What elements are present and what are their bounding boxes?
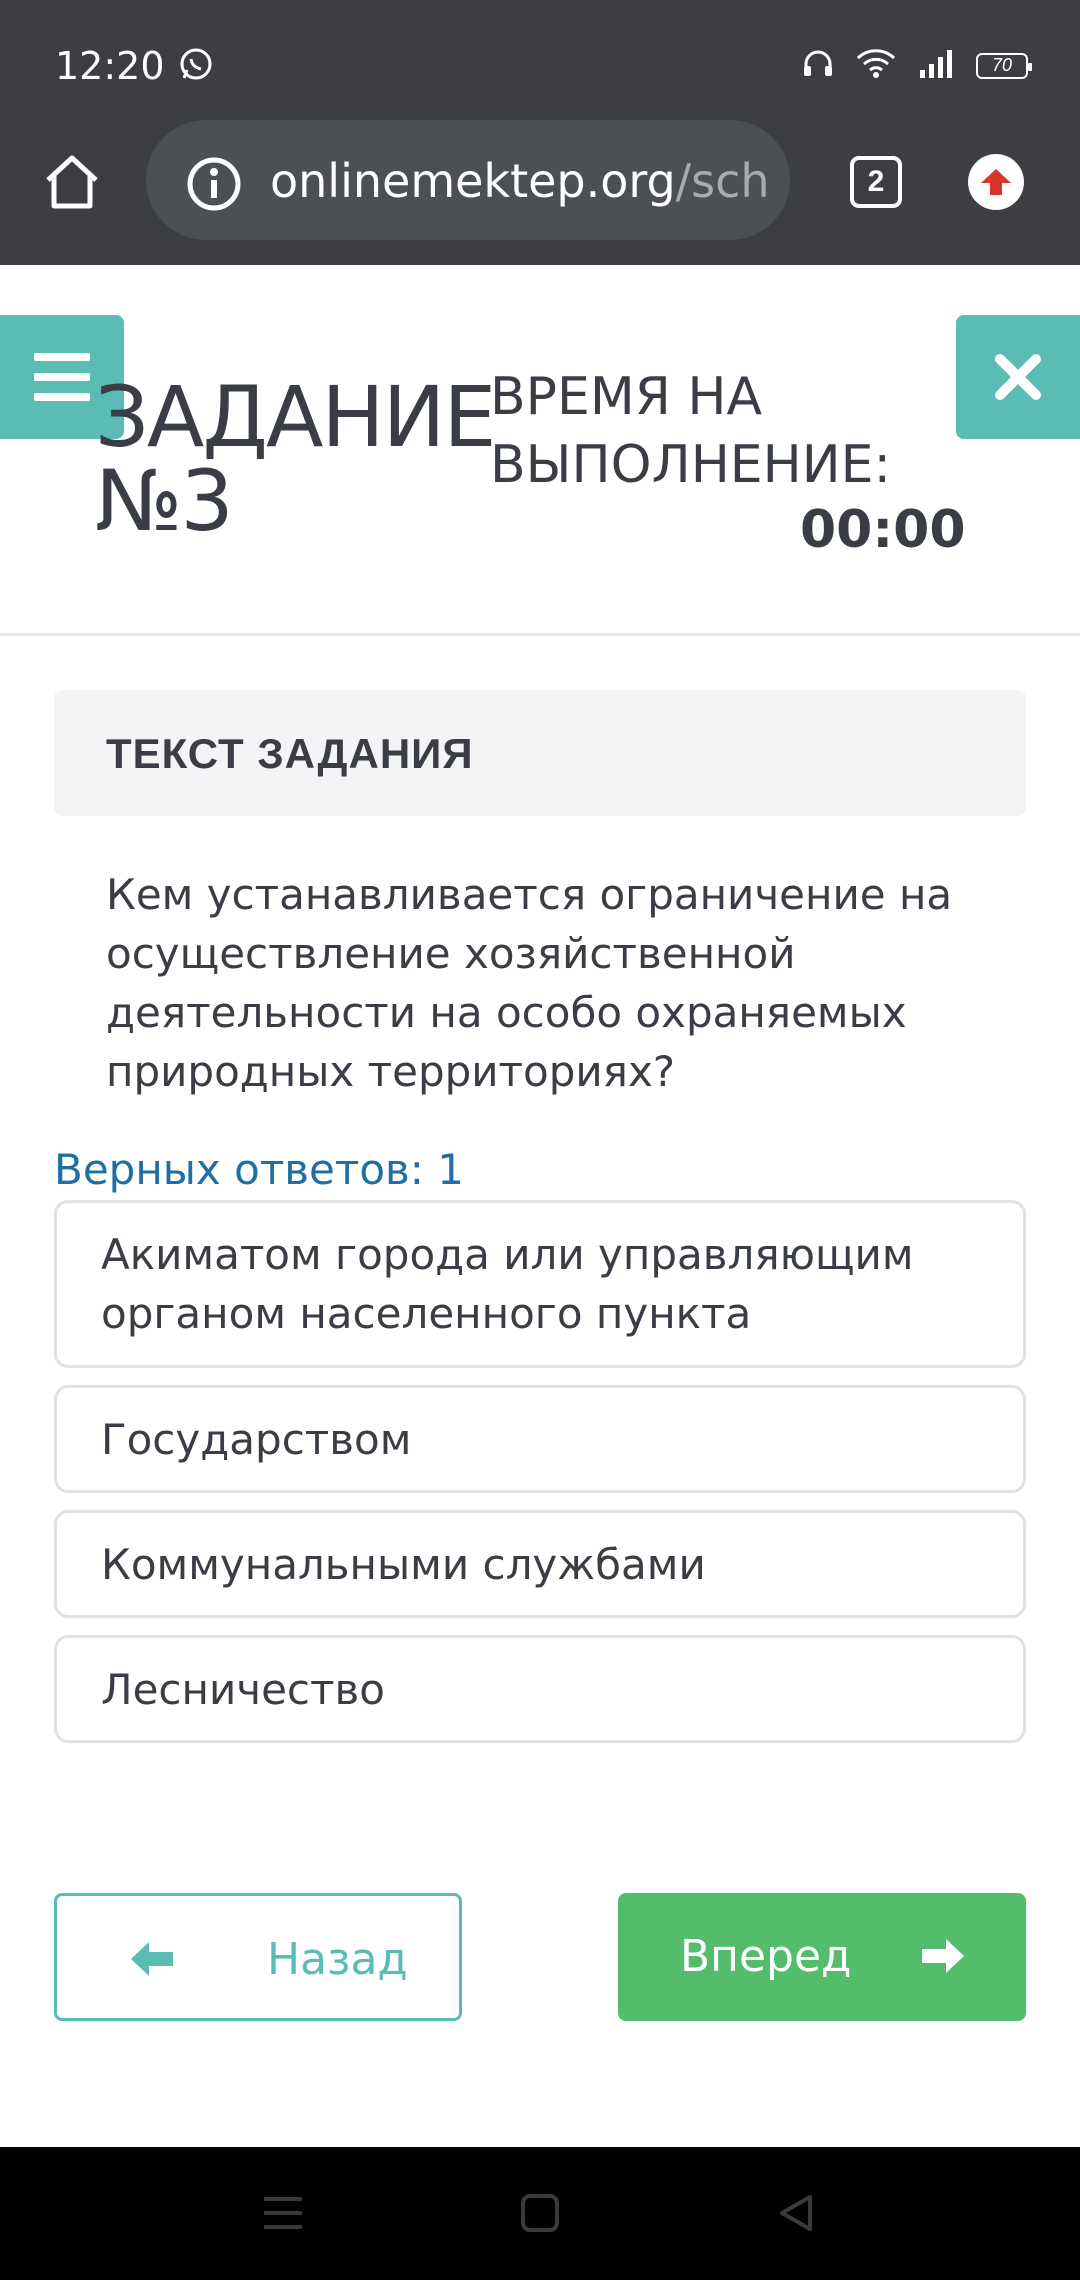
arrow-left-icon <box>131 1942 173 1976</box>
task-title: ЗАДАНИЕ №3 <box>95 368 496 550</box>
answer-option[interactable]: Коммунальными службами <box>54 1510 1026 1618</box>
timer-value: 00:00 <box>800 500 966 560</box>
time-label-line1: ВРЕМЯ НА <box>490 367 763 427</box>
headset-icon <box>802 48 834 83</box>
signal-icon <box>918 48 954 83</box>
hamburger-icon-line <box>34 373 90 381</box>
home-nav-icon[interactable] <box>520 2193 560 2233</box>
wifi-icon <box>856 48 896 83</box>
menu-icon[interactable] <box>262 2193 304 2233</box>
url-path: /sche <box>675 154 770 208</box>
info-icon[interactable] <box>186 156 242 212</box>
url-domain: onlinemektep.org <box>270 154 676 208</box>
status-time: 12:20 <box>55 44 165 88</box>
home-icon[interactable] <box>40 150 104 214</box>
status-icons: 70 <box>802 48 1032 83</box>
task-number: №3 <box>95 452 234 550</box>
tab-count: 2 <box>867 165 885 198</box>
correct-answers-count: Верных ответов: 1 <box>54 1145 465 1194</box>
next-label: Вперед <box>680 1931 852 1982</box>
back-label: Назад <box>267 1934 408 1985</box>
hamburger-icon-line <box>34 393 90 401</box>
answer-label: Акиматом города или управляющим органом … <box>101 1230 914 1338</box>
answer-option[interactable]: Государством <box>54 1385 1026 1493</box>
page-content: ЗАДАНИЕ №3 ВРЕМЯ НА ВЫПОЛНЕНИЕ: 00:00 ТЕ… <box>0 265 1080 2147</box>
arrow-right-icon <box>922 1939 964 1973</box>
browser-toolbar: onlinemektep.org/sche 2 <box>0 120 1080 265</box>
tab-switcher-button[interactable]: 2 <box>850 156 902 208</box>
back-button[interactable]: Назад <box>54 1893 462 2021</box>
task-title-line1: ЗАДАНИЕ <box>95 368 496 466</box>
answer-label: Лесничество <box>101 1664 385 1714</box>
answer-option[interactable]: Акиматом города или управляющим органом … <box>54 1200 1026 1368</box>
answer-label: Государством <box>101 1414 412 1464</box>
back-nav-icon[interactable] <box>776 2193 816 2233</box>
task-text-header: ТЕКСТ ЗАДАНИЯ <box>54 690 1026 816</box>
update-icon[interactable] <box>968 154 1024 210</box>
url-text[interactable]: onlinemektep.org/sche <box>270 154 770 208</box>
question-text: Кем устанавливается ограничение на осуще… <box>106 870 953 1096</box>
status-bar: 12:20 70 <box>0 0 1080 130</box>
hamburger-icon-line <box>34 353 90 361</box>
time-label: ВРЕМЯ НА ВЫПОЛНЕНИЕ: <box>490 363 891 499</box>
close-icon <box>995 354 1041 400</box>
system-nav-bar <box>0 2147 1080 2280</box>
whatsapp-icon <box>178 46 214 87</box>
close-button[interactable] <box>956 315 1080 439</box>
next-button[interactable]: Вперед <box>618 1893 1026 2021</box>
battery-level: 70 <box>991 55 1013 75</box>
task-text-label: ТЕКСТ ЗАДАНИЯ <box>106 730 474 777</box>
answer-option[interactable]: Лесничество <box>54 1635 1026 1743</box>
time-label-line2: ВЫПОЛНЕНИЕ: <box>490 435 892 495</box>
battery-icon: 70 <box>976 52 1032 79</box>
answer-label: Коммунальными службами <box>101 1539 706 1589</box>
header-divider <box>0 633 1080 636</box>
